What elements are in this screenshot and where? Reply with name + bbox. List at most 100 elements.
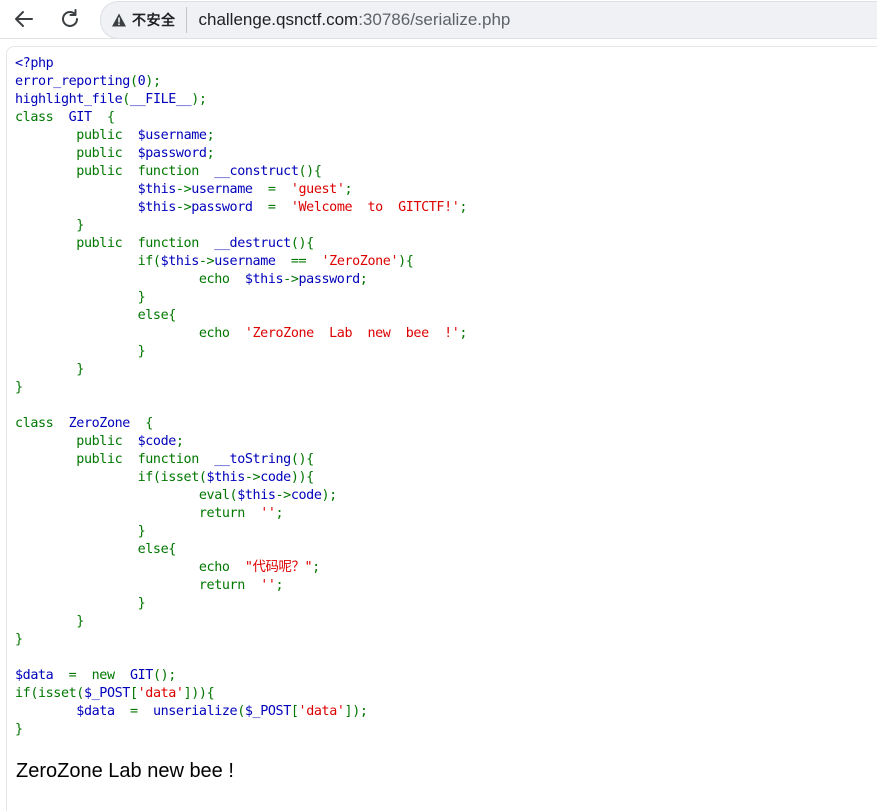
code-token-keyword: ); [191, 92, 207, 107]
code-line: $this->password = 'Welcome to GITCTF!'; [15, 199, 468, 217]
code-line: public function __construct(){ [15, 163, 467, 181]
code-token-default: $this [206, 470, 246, 485]
code-line: else{ [15, 307, 467, 325]
code-token-default: $this [160, 254, 200, 269]
code-token-keyword: -> [244, 470, 261, 485]
code-token-default: $data [15, 668, 69, 683]
code-token-keyword: } [15, 344, 146, 359]
code-token-keyword: ); [321, 488, 338, 503]
code-line: } [15, 379, 467, 397]
code-token-keyword: class [15, 110, 69, 125]
code-token-keyword: } [15, 380, 23, 395]
code-token-keyword: echo [15, 272, 245, 287]
code-line: } [15, 361, 467, 379]
code-line: if($this->username == 'ZeroZone'){ [15, 253, 467, 271]
code-token-keyword: ; [459, 200, 468, 215]
code-line: } [15, 595, 467, 613]
code-token-default: password [298, 272, 361, 287]
code-line: highlight_file(__FILE__); [15, 91, 467, 109]
code-token-keyword: ){ [398, 254, 414, 269]
code-token-keyword: = new [68, 668, 130, 683]
code-token-keyword: if( [15, 254, 161, 269]
code-token-keyword: return [15, 506, 261, 521]
code-token-default: $this [244, 272, 284, 287]
code-token-keyword: )){ [290, 470, 314, 485]
code-token-string: 'ZeroZone Lab new bee !' [244, 326, 460, 341]
reload-button[interactable] [55, 4, 85, 34]
code-token-keyword: (); [152, 668, 176, 683]
code-token-keyword: (){ [298, 164, 322, 179]
code-token-keyword: public [15, 146, 138, 161]
code-line: public $code; [15, 433, 467, 451]
code-line: return ''; [15, 577, 467, 595]
code-token-keyword: echo [15, 326, 245, 341]
code-token-string: '' [260, 506, 276, 521]
code-token-string: 'guest' [290, 182, 345, 197]
code-token-string: 'data' [298, 704, 345, 719]
page-output-text: ZeroZone Lab new bee ! [16, 760, 234, 782]
code-token-keyword: } [15, 218, 84, 233]
code-line: <?php [15, 55, 467, 73]
code-token-string: '' [260, 578, 276, 593]
code-token-default: $username [137, 128, 207, 143]
code-line: if(isset($_POST['data'])){ [15, 685, 467, 703]
code-line: $data = unserialize($_POST['data']); [15, 703, 467, 721]
code-token-string: 'data' [137, 686, 184, 701]
code-token-default: GIT [68, 110, 107, 125]
code-line: echo 'ZeroZone Lab new bee !'; [15, 325, 468, 343]
code-token-default: password [191, 200, 268, 215]
code-line: $this->username = 'guest'; [15, 181, 467, 199]
address-bar[interactable]: 不安全 challenge.qsnctf.com:30786/serialize… [100, 1, 877, 39]
code-token-keyword: eval( [15, 488, 238, 503]
code-token-keyword: } [15, 596, 146, 611]
code-token-keyword: (){ [290, 236, 314, 251]
code-token-keyword: = [267, 200, 291, 215]
code-token-keyword: ( [122, 92, 130, 107]
code-token-default: username [214, 254, 291, 269]
code-token-keyword: ; [206, 146, 215, 161]
code-token-default: __destruct [214, 236, 291, 251]
code-line: } [15, 289, 467, 307]
url-text[interactable]: challenge.qsnctf.com:30786/serialize.php [199, 10, 511, 30]
code-token-keyword: -> [175, 182, 192, 197]
code-line: eval($this->code); [15, 487, 467, 505]
code-token-keyword: == [290, 254, 322, 269]
code-token-default: username [191, 182, 268, 197]
code-token-default: $this [237, 488, 276, 503]
code-token-keyword: ]); [344, 704, 368, 719]
code-token-default: $this [137, 182, 177, 197]
code-token-keyword: ; [359, 272, 368, 287]
code-token-default: unserialize [152, 704, 238, 719]
php-source-code: <?php error_reporting(0); highlight_file(_… [15, 55, 467, 739]
security-chip[interactable]: 不安全 [111, 7, 187, 33]
code-token-string: 'Welcome to GITCTF!' [290, 200, 460, 215]
code-token-default: error_reporting [15, 74, 130, 89]
back-button[interactable] [9, 4, 39, 34]
code-line: } [15, 343, 467, 361]
code-token-keyword: } [15, 614, 84, 629]
code-line: public $password; [15, 145, 467, 163]
code-token-default: $code [137, 434, 177, 449]
code-token-keyword: else{ [15, 542, 177, 557]
code-token-keyword [15, 200, 138, 215]
code-token-default: highlight_file [15, 92, 123, 107]
code-line: } [15, 631, 467, 649]
code-token-keyword: public function [15, 452, 215, 467]
code-token-keyword: ; [459, 326, 468, 341]
code-line: class GIT { [15, 109, 467, 127]
page-content: <?php error_reporting(0); highlight_file(_… [6, 46, 877, 811]
code-token-keyword: -> [275, 488, 292, 503]
code-token-keyword: return [15, 578, 261, 593]
code-line: class ZeroZone { [15, 415, 467, 433]
code-line: echo "代码呢？"; [15, 559, 467, 577]
code-token-keyword [15, 182, 138, 197]
code-token-keyword: public function [15, 164, 215, 179]
code-line: public function __toString(){ [15, 451, 467, 469]
code-token-keyword: [ [290, 704, 299, 719]
code-token-keyword: public [15, 128, 138, 143]
code-token-keyword: ])){ [183, 686, 215, 701]
code-line: } [15, 523, 467, 541]
code-token-keyword: { [106, 110, 115, 125]
